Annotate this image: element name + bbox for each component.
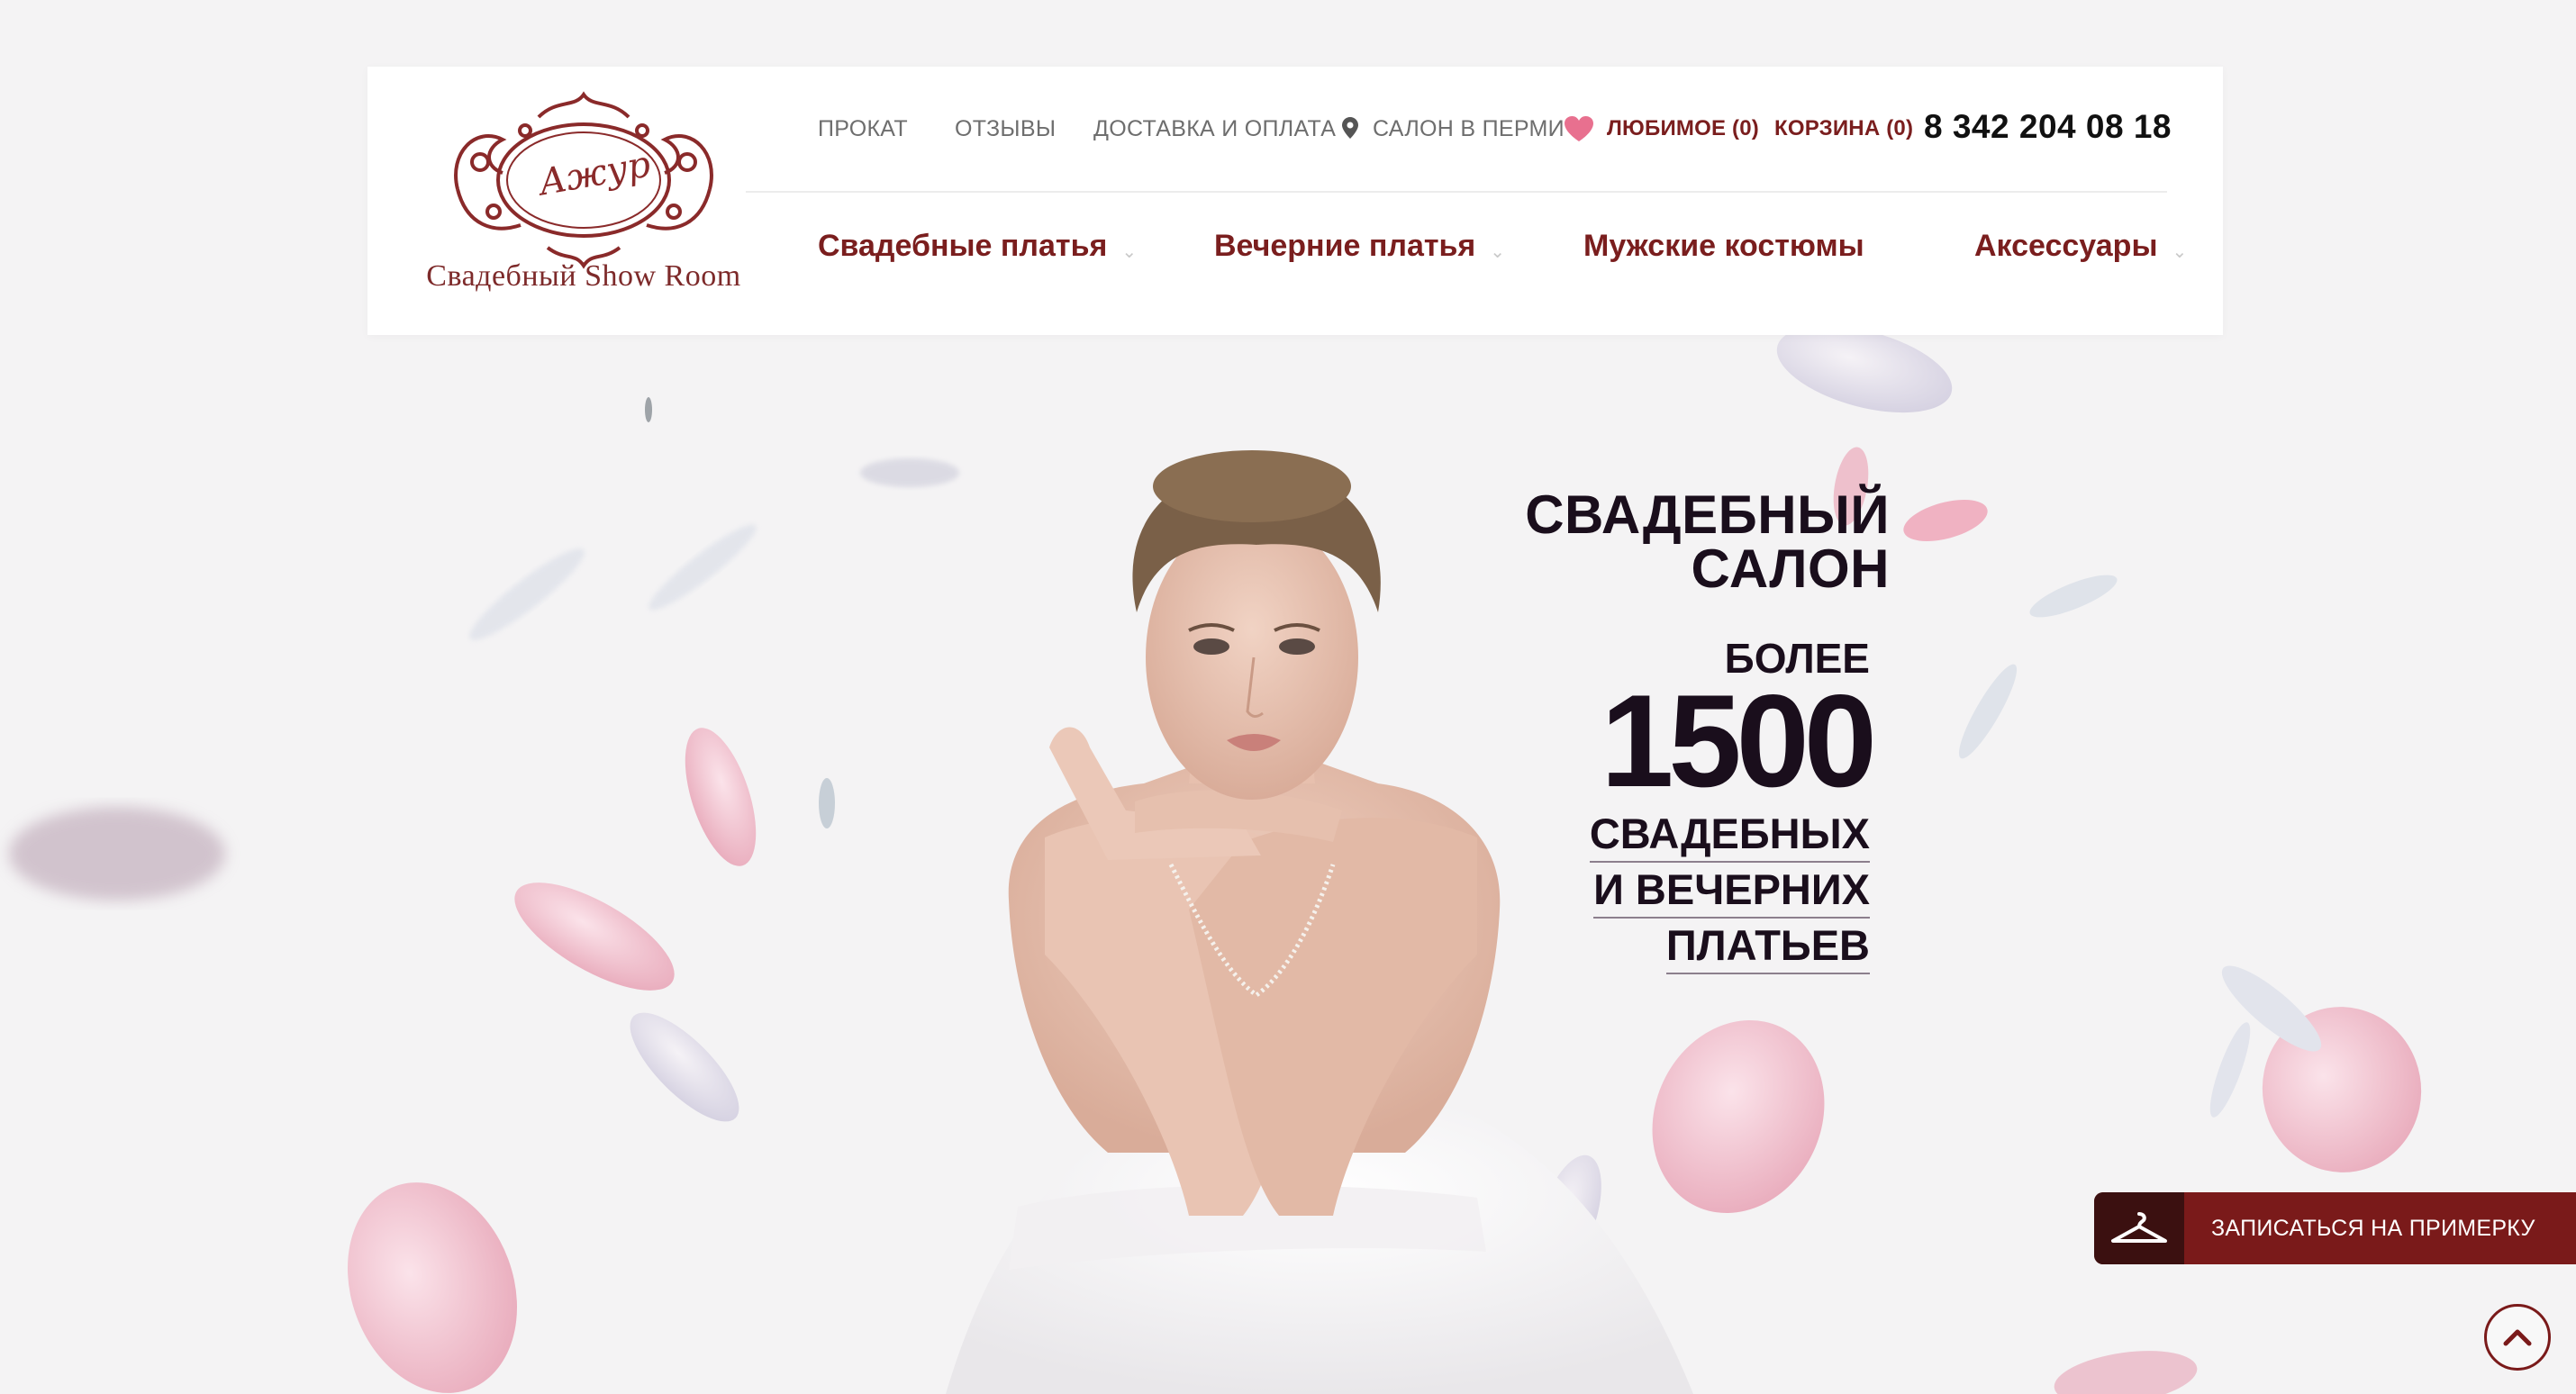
hero-title-line-1: СВАДЕБНЫЙ bbox=[1525, 484, 1890, 545]
hero-text-block: СВАДЕБНЫЙ САЛОН БОЛЕЕ 1500 СВАДЕБНЫХ И В… bbox=[1525, 488, 1890, 976]
chevron-down-icon: ⌄ bbox=[2172, 242, 2188, 263]
main-nav-accessories[interactable]: Аксессуары ⌄ bbox=[1974, 229, 2187, 264]
hero-number: 1500 bbox=[1601, 667, 1877, 814]
site-header: Ажур Свадебный Show Room ПРОКАТ ОТЗЫВЫ Д… bbox=[367, 67, 2223, 335]
hanger-icon bbox=[2094, 1192, 2184, 1264]
book-fitting-button[interactable]: ЗАПИСАТЬСЯ НА ПРИМЕРКУ bbox=[2094, 1192, 2576, 1264]
main-nav-evening-dresses[interactable]: Вечерние платья ⌄ bbox=[1214, 229, 1505, 264]
scroll-to-top-button[interactable] bbox=[2484, 1304, 2551, 1371]
nav-link-reviews[interactable]: ОТЗЫВЫ bbox=[955, 116, 1056, 142]
main-nav-wedding-dresses[interactable]: Свадебные платья ⌄ bbox=[818, 229, 1137, 264]
main-nav-mens-suits[interactable]: Мужские костюмы bbox=[1583, 229, 1864, 264]
main-navigation: Свадебные платья ⌄ Вечерние платья ⌄ Мужск… bbox=[818, 229, 2187, 319]
chevron-up-icon bbox=[2503, 1329, 2532, 1346]
nav-link-rental[interactable]: ПРОКАТ bbox=[818, 116, 908, 142]
logo[interactable]: Ажур Свадебный Show Room bbox=[422, 90, 746, 315]
header-divider bbox=[746, 191, 2167, 193]
main-nav-label: Аксессуары bbox=[1974, 229, 2158, 263]
hero-title-line-2: САЛОН bbox=[1691, 539, 1890, 599]
phone-number[interactable]: 8 342 204 08 18 bbox=[1924, 108, 2172, 146]
cart-link[interactable]: КОРЗИНА (0) bbox=[1774, 116, 1913, 141]
favorites-link[interactable]: ЛЮБИМОЕ (0) bbox=[1607, 116, 1759, 141]
nav-link-delivery[interactable]: ДОСТАВКА И ОПЛАТА bbox=[1093, 116, 1336, 142]
logo-caption: Свадебный Show Room bbox=[426, 259, 741, 293]
top-navigation: ПРОКАТ ОТЗЫВЫ ДОСТАВКА И ОПЛАТА САЛОН В … bbox=[818, 67, 2171, 193]
location-pin-icon bbox=[1342, 117, 1358, 143]
book-fitting-label: ЗАПИСАТЬСЯ НА ПРИМЕРКУ bbox=[2211, 1215, 2535, 1241]
main-nav-label: Мужские костюмы bbox=[1583, 229, 1864, 263]
heart-icon[interactable] bbox=[1564, 115, 1594, 147]
chevron-down-icon: ⌄ bbox=[1121, 242, 1138, 263]
nav-link-salon[interactable]: САЛОН В ПЕРМИ bbox=[1373, 116, 1565, 142]
hero-subtitle-line-2: И ВЕЧЕРНИХ bbox=[1593, 864, 1870, 919]
chevron-down-icon: ⌄ bbox=[1490, 242, 1506, 263]
hero-subtitle-line-1: СВАДЕБНЫХ bbox=[1589, 809, 1870, 863]
hero-subtitle-line-3: ПЛАТЬЕВ bbox=[1665, 920, 1870, 974]
hero-subtitle: СВАДЕБНЫХ И ВЕЧЕРНИХ ПЛАТЬЕВ bbox=[1525, 809, 1870, 976]
main-nav-label: Свадебные платья bbox=[818, 229, 1108, 263]
main-nav-label: Вечерние платья bbox=[1214, 229, 1476, 263]
